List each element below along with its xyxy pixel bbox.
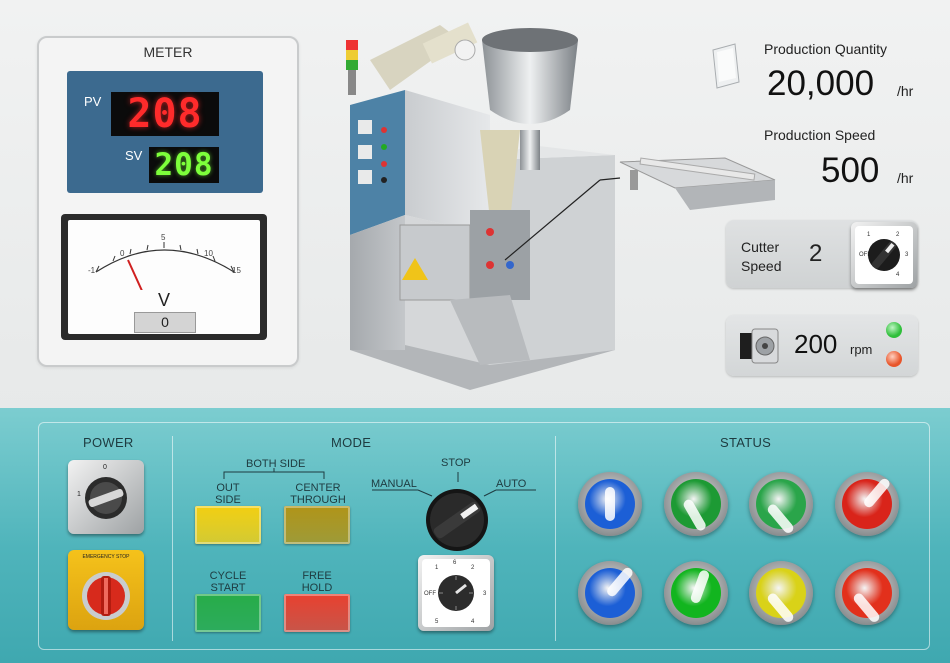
- motor-stop-indicator: [886, 351, 902, 367]
- scale-label-5: 15: [232, 266, 241, 275]
- emergency-stop-icon: [82, 572, 130, 620]
- pv-label: PV: [84, 94, 102, 109]
- status-light-bottom-3[interactable]: [749, 561, 813, 625]
- production-speed-unit: /hr: [897, 170, 914, 186]
- out-side-button[interactable]: [195, 506, 261, 544]
- status-light-top-2[interactable]: [664, 472, 728, 536]
- free-hold-line1: FREE: [302, 570, 332, 582]
- scale-label-3: 5: [161, 233, 166, 242]
- production-quantity-value: 20,000: [767, 64, 875, 103]
- servo-motor-icon: [740, 328, 779, 364]
- cycle-start-line2: START: [210, 582, 246, 594]
- voltmeter: -1 0 5 10 15 V 0: [61, 214, 267, 340]
- motor-rpm-unit: rpm: [850, 342, 873, 357]
- status-title: STATUS: [720, 435, 772, 450]
- speed-dial-1: 1: [435, 565, 439, 571]
- control-panel: POWER 0 1 EMERGENCY STOP MODE BOTH SIDE …: [0, 408, 950, 663]
- cutter-label-line2: Speed: [741, 258, 782, 274]
- digital-controller: PV 208 SV 208: [67, 71, 263, 193]
- cutter-label-line1: Cutter: [741, 239, 780, 255]
- scale-label-1: -1: [88, 266, 96, 275]
- cutter-dial-3: 3: [905, 252, 909, 258]
- cutter-speed-selector[interactable]: OFF 1 2 3 4: [851, 222, 917, 288]
- status-light-top-3[interactable]: [749, 472, 813, 536]
- pv-display: 208: [111, 91, 219, 137]
- speed-dial-5: 5: [435, 619, 439, 625]
- production-quantity-label: Production Quantity: [764, 41, 887, 57]
- speed-dial-3: 3: [483, 591, 487, 597]
- power-switch-on-label: 1: [77, 491, 81, 498]
- cutter-speed-label: Cutter Speed: [741, 238, 781, 276]
- bag-icon: [709, 42, 743, 92]
- out-side-line2: SIDE: [215, 494, 241, 506]
- voltmeter-needle: [127, 259, 143, 290]
- center-through-line1: CENTER: [295, 482, 341, 494]
- power-switch-off-label: 0: [103, 464, 107, 471]
- cutter-speed-box: Cutter Speed 2 OFF 1 2 3 4: [726, 220, 918, 288]
- out-side-label: OUT SIDE: [196, 482, 260, 506]
- sv-label: SV: [125, 148, 143, 163]
- speed-dial-2: 2: [471, 565, 475, 571]
- center-through-label: CENTER THROUGH: [280, 482, 356, 506]
- voltmeter-value: 0: [134, 312, 196, 333]
- divider-power-mode: [172, 436, 173, 641]
- status-light-bottom-1[interactable]: [578, 561, 642, 625]
- emergency-stop-label: EMERGENCY STOP: [82, 554, 130, 560]
- motor-rpm-value: 200: [794, 329, 838, 359]
- cycle-start-label: CYCLE START: [196, 570, 260, 594]
- power-switch[interactable]: 0 1: [68, 460, 144, 534]
- both-side-bracket: [223, 468, 325, 479]
- voltmeter-scale-icon: [95, 242, 235, 290]
- production-speed-label: Production Speed: [764, 127, 876, 143]
- free-hold-label: FREE HOLD: [285, 570, 349, 594]
- meter-title: METER: [143, 44, 193, 60]
- cycle-start-line1: CYCLE: [209, 570, 247, 582]
- mode-title: MODE: [331, 435, 372, 450]
- out-side-line1: OUT: [216, 482, 240, 494]
- voltmeter-unit: V: [157, 290, 170, 310]
- motor-rpm-box: 200 rpm: [726, 315, 918, 376]
- mode-selector-knob[interactable]: [423, 486, 491, 554]
- emergency-stop-button[interactable]: EMERGENCY STOP: [68, 550, 144, 630]
- power-title: POWER: [83, 435, 134, 450]
- rotary-switch-icon: [85, 477, 127, 519]
- production-speed-value: 500: [821, 151, 880, 190]
- free-hold-button[interactable]: [284, 594, 350, 632]
- knob-icon: [868, 239, 900, 271]
- scale-label-4: 10: [204, 249, 213, 258]
- status-light-bottom-2[interactable]: [664, 561, 728, 625]
- status-light-bottom-4[interactable]: [835, 561, 899, 625]
- scale-label-2: 0: [120, 249, 125, 258]
- cycle-start-button[interactable]: [195, 594, 261, 632]
- production-quantity-unit: /hr: [897, 83, 914, 99]
- status-light-top-4[interactable]: [835, 472, 899, 536]
- speed-dial-4: 4: [471, 619, 475, 625]
- divider-mode-status: [555, 436, 556, 641]
- status-light-top-1[interactable]: [578, 472, 642, 536]
- speed-dial-selector[interactable]: OFF 1 2 3 4 5 6: [418, 555, 494, 631]
- speed-dial-6: 6: [453, 560, 457, 566]
- speed-dial-knob-icon: [438, 575, 474, 611]
- free-hold-line2: HOLD: [301, 582, 333, 594]
- sv-display: 208: [149, 147, 219, 183]
- voltmeter-face: -1 0 5 10 15 V 0: [68, 220, 260, 334]
- center-through-line2: THROUGH: [290, 494, 346, 506]
- center-through-button[interactable]: [284, 506, 350, 544]
- cutter-speed-value: 2: [809, 240, 823, 267]
- meter-panel: METER PV 208 SV 208 -1 0 5 10 15 V 0: [37, 36, 299, 367]
- speed-dial-off: OFF: [424, 591, 436, 597]
- motor-run-indicator: [886, 322, 902, 338]
